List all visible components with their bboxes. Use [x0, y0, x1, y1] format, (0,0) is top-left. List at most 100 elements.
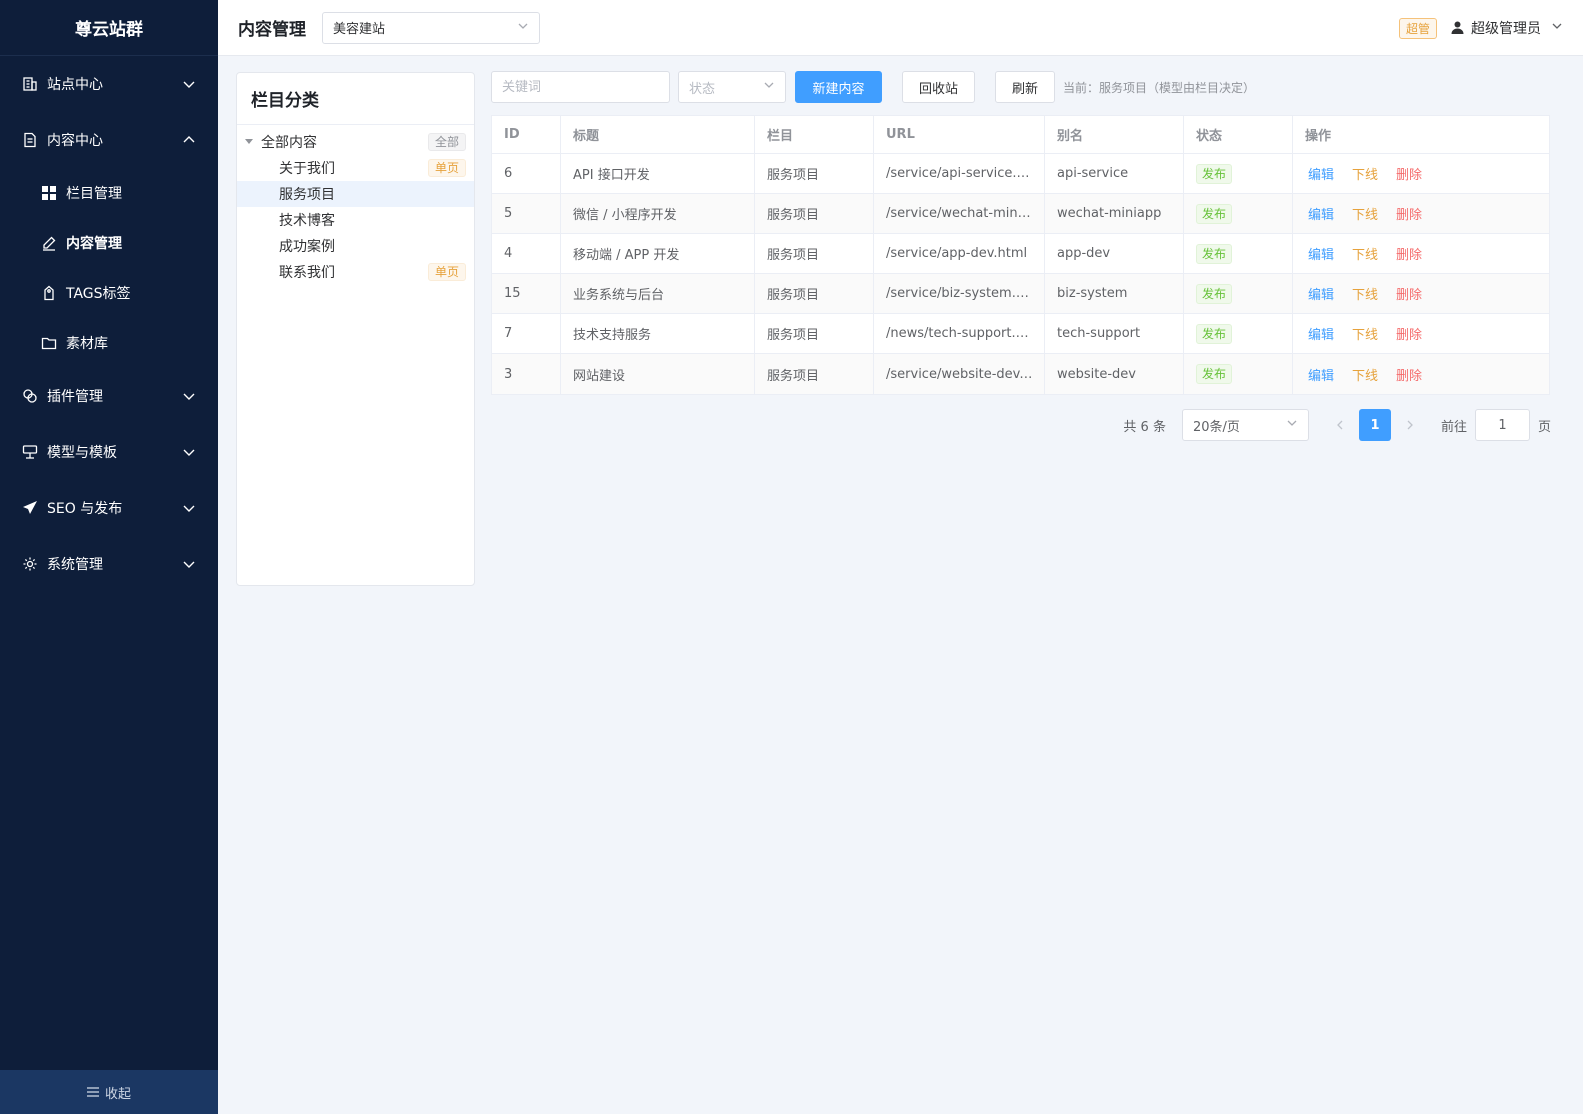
tree-node-label: 联系我们 [279, 265, 335, 281]
chevron-down-icon [182, 557, 196, 571]
cell-title: 移动端 / APP 开发 [561, 234, 755, 273]
edit-button[interactable]: 编辑 [1308, 365, 1334, 384]
cell-column: 服务项目 [755, 314, 874, 353]
offline-button[interactable]: 下线 [1352, 284, 1378, 303]
table-row[interactable]: 6 API 接口开发 服务项目 /service/api-service.htm… [492, 154, 1549, 194]
refresh-button[interactable]: 刷新 [995, 71, 1055, 103]
caret-down-icon[interactable] [245, 137, 255, 147]
menu-group-seo-publish[interactable]: SEO 与发布 [0, 480, 218, 536]
column-header[interactable]: 栏目 [755, 116, 874, 153]
table-row[interactable]: 5 微信 / 小程序开发 服务项目 /service/wechat-miniap… [492, 194, 1549, 234]
next-page-button[interactable] [1395, 409, 1425, 441]
prev-page-button[interactable] [1325, 409, 1355, 441]
user-menu-trigger[interactable]: 超级管理员 [1471, 18, 1541, 38]
menu-group-models-templates[interactable]: 模型与模板 [0, 424, 218, 480]
submenu-item-content[interactable]: 内容管理 [0, 218, 218, 268]
cell-alias: tech-support [1045, 314, 1184, 353]
tree-node-contact[interactable]: 联系我们 单页 [237, 259, 474, 285]
cell-title: 技术支持服务 [561, 314, 755, 353]
goto-suffix: 页 [1537, 419, 1551, 435]
tree-node-label: 服务项目 [279, 187, 335, 203]
edit-button[interactable]: 编辑 [1308, 284, 1334, 303]
top-header: 内容管理 美容建站 超管 超级管理员 [218, 0, 1583, 56]
page-size-select[interactable]: 20条/页 [1181, 409, 1309, 441]
delete-button[interactable]: 删除 [1396, 324, 1422, 343]
url-text: /service/api-service.html [886, 166, 1033, 181]
column-header[interactable]: URL [874, 116, 1045, 153]
cell-status: 发布 [1184, 274, 1293, 313]
pen-icon [40, 234, 58, 252]
page-number-current[interactable]: 1 [1358, 409, 1391, 441]
cell-id: 3 [492, 354, 561, 394]
new-content-button[interactable]: 新建内容 [795, 71, 882, 103]
menu-group-label: 系统管理 [47, 557, 103, 573]
menu-group-plugins[interactable]: 插件管理 [0, 368, 218, 424]
tree-node-label: 成功案例 [279, 239, 335, 255]
column-header[interactable]: 标题 [561, 116, 755, 153]
status-badge: 发布 [1196, 163, 1233, 184]
delete-button[interactable]: 删除 [1396, 284, 1422, 303]
total-count: 共 6 条 [1123, 419, 1166, 435]
folder-icon [40, 334, 58, 352]
url-text: /service/app-dev.html [886, 246, 1028, 261]
menu-group-content-center[interactable]: 内容中心 [0, 112, 218, 168]
submenu-item-media[interactable]: 素材库 [0, 318, 218, 368]
cell-status: 发布 [1184, 354, 1293, 394]
cell-title: 网站建设 [561, 354, 755, 394]
cell-id: 5 [492, 194, 561, 233]
pagination: 共 6 条 20条/页 1 前往 页 [1123, 409, 1551, 441]
cell-status: 发布 [1184, 314, 1293, 353]
submenu-item-columns[interactable]: 栏目管理 [0, 168, 218, 218]
delete-button[interactable]: 删除 [1396, 365, 1422, 384]
tree-node-cases[interactable]: 成功案例 [237, 233, 474, 259]
submenu-item-label: 素材库 [66, 336, 108, 352]
menu-group-system[interactable]: 系统管理 [0, 536, 218, 592]
status-select[interactable]: 状态 [678, 71, 786, 103]
delete-button[interactable]: 删除 [1396, 164, 1422, 183]
delete-button[interactable]: 删除 [1396, 244, 1422, 263]
table-header-row: ID 标题 栏目 URL 别名 状态 操作 [492, 116, 1549, 154]
recycle-bin-button[interactable]: 回收站 [902, 71, 975, 103]
tree-node-services[interactable]: 服务项目 [237, 181, 474, 207]
content-table: ID 标题 栏目 URL 别名 状态 操作 6 API 接口开发 服务项目 /s… [491, 115, 1550, 395]
edit-button[interactable]: 编辑 [1308, 204, 1334, 223]
edit-button[interactable]: 编辑 [1308, 164, 1334, 183]
table-row[interactable]: 3 网站建设 服务项目 /service/website-dev.html we… [492, 354, 1549, 394]
offline-button[interactable]: 下线 [1352, 164, 1378, 183]
table-row[interactable]: 15 业务系统与后台 服务项目 /service/biz-system.html… [492, 274, 1549, 314]
submenu-item-label: 栏目管理 [66, 186, 122, 202]
offline-button[interactable]: 下线 [1352, 244, 1378, 263]
tree-node-all[interactable]: 全部内容 全部 [237, 129, 474, 155]
cell-alias: api-service [1045, 154, 1184, 193]
menu-group-label: SEO 与发布 [47, 501, 123, 517]
site-select[interactable]: 美容建站 [322, 11, 540, 44]
keyword-input[interactable] [491, 71, 670, 103]
submenu-item-tags[interactable]: TAGS标签 [0, 268, 218, 318]
edit-button[interactable]: 编辑 [1308, 324, 1334, 343]
tree-node-blog[interactable]: 技术博客 [237, 207, 474, 233]
send-icon [21, 499, 39, 517]
cell-url: /service/wechat-miniapp.html [874, 194, 1045, 233]
chevron-down-icon[interactable] [1551, 20, 1563, 36]
tree-node-label: 全部内容 [261, 135, 317, 151]
menu-group-site-center[interactable]: 站点中心 [0, 56, 218, 112]
chevron-right-icon [1407, 420, 1413, 430]
table-row[interactable]: 4 移动端 / APP 开发 服务项目 /service/app-dev.htm… [492, 234, 1549, 274]
collapse-sidebar-button[interactable]: 收起 [0, 1070, 218, 1114]
goto-page-input[interactable] [1474, 409, 1530, 441]
chevron-down-icon [763, 79, 775, 95]
offline-button[interactable]: 下线 [1352, 204, 1378, 223]
table-row[interactable]: 7 技术支持服务 服务项目 /news/tech-support.html te… [492, 314, 1549, 354]
column-header[interactable]: ID [492, 116, 561, 153]
collapse-label: 收起 [104, 1086, 131, 1102]
offline-button[interactable]: 下线 [1352, 365, 1378, 384]
offline-button[interactable]: 下线 [1352, 324, 1378, 343]
cell-ops: 编辑 下线 删除 [1293, 314, 1549, 353]
column-header[interactable]: 别名 [1045, 116, 1184, 153]
cell-status: 发布 [1184, 154, 1293, 193]
header-user-area: 超管 超级管理员 [1398, 0, 1563, 56]
tree-node-about[interactable]: 关于我们 单页 [237, 155, 474, 181]
edit-button[interactable]: 编辑 [1308, 244, 1334, 263]
delete-button[interactable]: 删除 [1396, 204, 1422, 223]
column-header[interactable]: 状态 [1184, 116, 1293, 153]
